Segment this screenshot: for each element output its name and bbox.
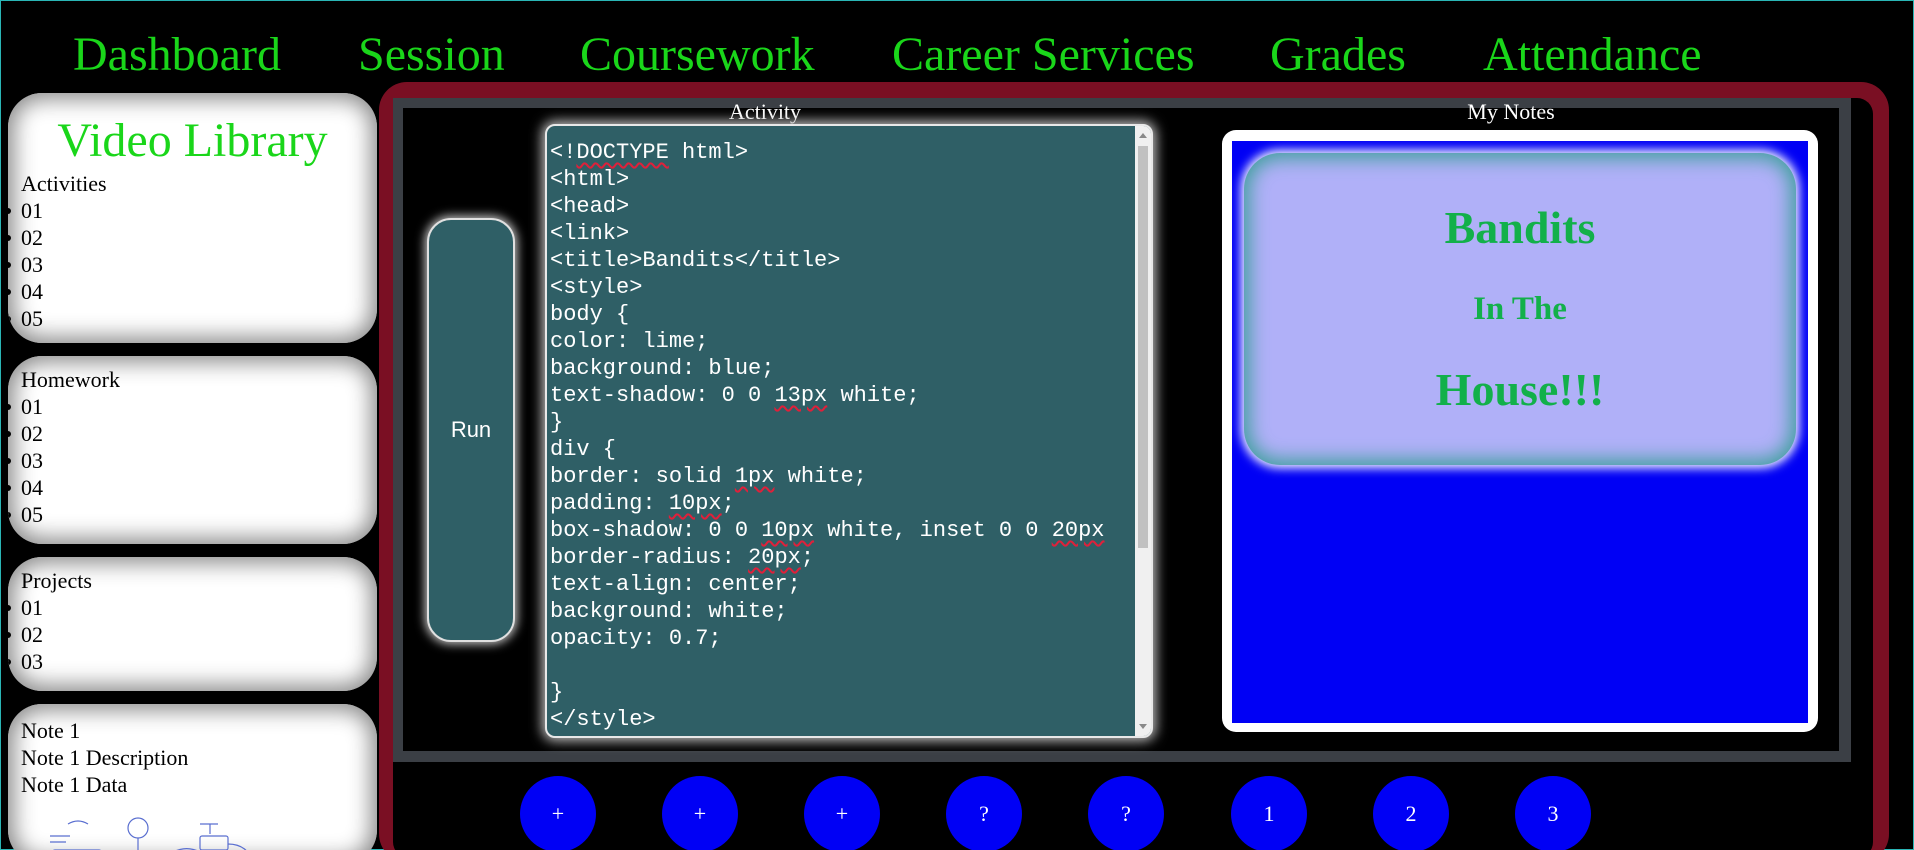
help-button[interactable]: ?: [1088, 776, 1164, 850]
nav-coursework[interactable]: Coursework: [580, 25, 815, 85]
spellcheck-word: 10px: [761, 518, 815, 543]
preview-line-2: In The: [1473, 291, 1567, 327]
spellcheck-word: 20px: [748, 545, 801, 570]
code-line[interactable]: div {: [550, 436, 1140, 463]
homework-heading: Homework: [21, 367, 120, 392]
page-3-button[interactable]: 3: [1515, 776, 1591, 850]
video-library-card: Video Library Activities 01 02 03 04 05: [8, 93, 377, 343]
homework-item[interactable]: 02: [8, 420, 377, 447]
note-card[interactable]: Note 1 Note 1 Description Note 1 Data: [8, 704, 377, 850]
code-line[interactable]: }: [550, 679, 1140, 706]
nav-attendance[interactable]: Attendance: [1483, 25, 1702, 85]
code-line[interactable]: <html>: [550, 166, 1140, 193]
project-item[interactable]: 01: [8, 594, 377, 621]
code-line[interactable]: </style>: [550, 706, 1140, 733]
spellcheck-word: 13px: [774, 383, 828, 408]
code-line[interactable]: <title>Bandits</title>: [550, 247, 1140, 274]
help-button[interactable]: ?: [946, 776, 1022, 850]
code-line[interactable]: padding: 10px;: [550, 490, 1140, 517]
code-line[interactable]: background: blue;: [550, 355, 1140, 382]
code-line[interactable]: [550, 652, 1140, 679]
top-navigation: Dashboard Session Coursework Career Serv…: [1, 1, 1914, 93]
nav-session[interactable]: Session: [358, 25, 505, 85]
code-line[interactable]: box-shadow: 0 0 10px white, inset 0 0 20…: [550, 517, 1140, 544]
activity-item[interactable]: 02: [8, 224, 377, 251]
code-line[interactable]: <!DOCTYPE html>: [550, 139, 1140, 166]
add-button[interactable]: +: [520, 776, 596, 850]
note-description: Note 1 Description: [21, 745, 189, 770]
my-notes-label: My Notes: [1467, 99, 1555, 124]
note-sketch-image: [50, 817, 247, 850]
code-line[interactable]: <style>: [550, 274, 1140, 301]
note-data: Note 1 Data: [21, 772, 128, 797]
activity-item[interactable]: 01: [8, 197, 377, 224]
preview-line-1: Bandits: [1444, 202, 1596, 253]
homework-item[interactable]: 05: [8, 501, 377, 528]
add-button[interactable]: +: [662, 776, 738, 850]
activity-item[interactable]: 04: [8, 278, 377, 305]
activity-label: Activity: [728, 99, 802, 124]
scroll-up-icon[interactable]: [1139, 133, 1147, 138]
project-item[interactable]: 03: [8, 648, 377, 675]
activities-heading: Activities: [21, 171, 107, 196]
spellcheck-word: 10px: [668, 491, 722, 516]
code-line[interactable]: }: [550, 409, 1140, 436]
nav-dashboard[interactable]: Dashboard: [73, 25, 281, 85]
scroll-thumb[interactable]: [1138, 146, 1148, 548]
homework-item[interactable]: 03: [8, 447, 377, 474]
code-line[interactable]: text-align: center;: [550, 571, 1140, 598]
page-2-button[interactable]: 2: [1373, 776, 1449, 850]
code-text[interactable]: <!DOCTYPE html> <html> <head> <link> <title>…: [550, 139, 1140, 733]
preview-box: Bandits In The House!!!: [1244, 153, 1796, 465]
spellcheck-word: 1px: [734, 464, 775, 489]
activity-item[interactable]: 03: [8, 251, 377, 278]
homework-item[interactable]: 04: [8, 474, 377, 501]
code-line[interactable]: <head>: [550, 193, 1140, 220]
page-1-button[interactable]: 1: [1231, 776, 1307, 850]
nav-career-services[interactable]: Career Services: [892, 25, 1195, 85]
code-line[interactable]: text-shadow: 0 0 13px white;: [550, 382, 1140, 409]
code-line[interactable]: border: solid 1px white;: [550, 463, 1140, 490]
note-title: Note 1: [21, 718, 81, 743]
project-item[interactable]: 02: [8, 621, 377, 648]
homework-card: Homework 01 02 03 04 05: [8, 356, 377, 544]
code-line[interactable]: <link>: [550, 220, 1140, 247]
projects-card: Projects 01 02 03: [8, 557, 377, 691]
activity-item[interactable]: 05: [8, 305, 377, 332]
preview-line-3: House!!!: [1435, 364, 1605, 415]
projects-heading: Projects: [21, 568, 92, 593]
code-editor[interactable]: <!DOCTYPE html> <html> <head> <link> <title>…: [545, 124, 1153, 738]
code-line[interactable]: color: lime;: [550, 328, 1140, 355]
code-line[interactable]: body {: [550, 301, 1140, 328]
nav-grades[interactable]: Grades: [1270, 25, 1406, 85]
run-button[interactable]: Run: [427, 218, 515, 642]
add-button[interactable]: +: [804, 776, 880, 850]
code-line[interactable]: opacity: 0.7;: [550, 625, 1140, 652]
video-library-title: Video Library: [57, 114, 328, 167]
homework-item[interactable]: 01: [8, 393, 377, 420]
editor-scrollbar[interactable]: [1135, 126, 1151, 736]
scroll-down-icon[interactable]: [1139, 724, 1147, 729]
spellcheck-word: 20px: [1051, 518, 1105, 543]
code-line[interactable]: border-radius: 20px;: [550, 544, 1140, 571]
spellcheck-word: DOCTYPE: [576, 140, 669, 165]
code-line[interactable]: background: white;: [550, 598, 1140, 625]
